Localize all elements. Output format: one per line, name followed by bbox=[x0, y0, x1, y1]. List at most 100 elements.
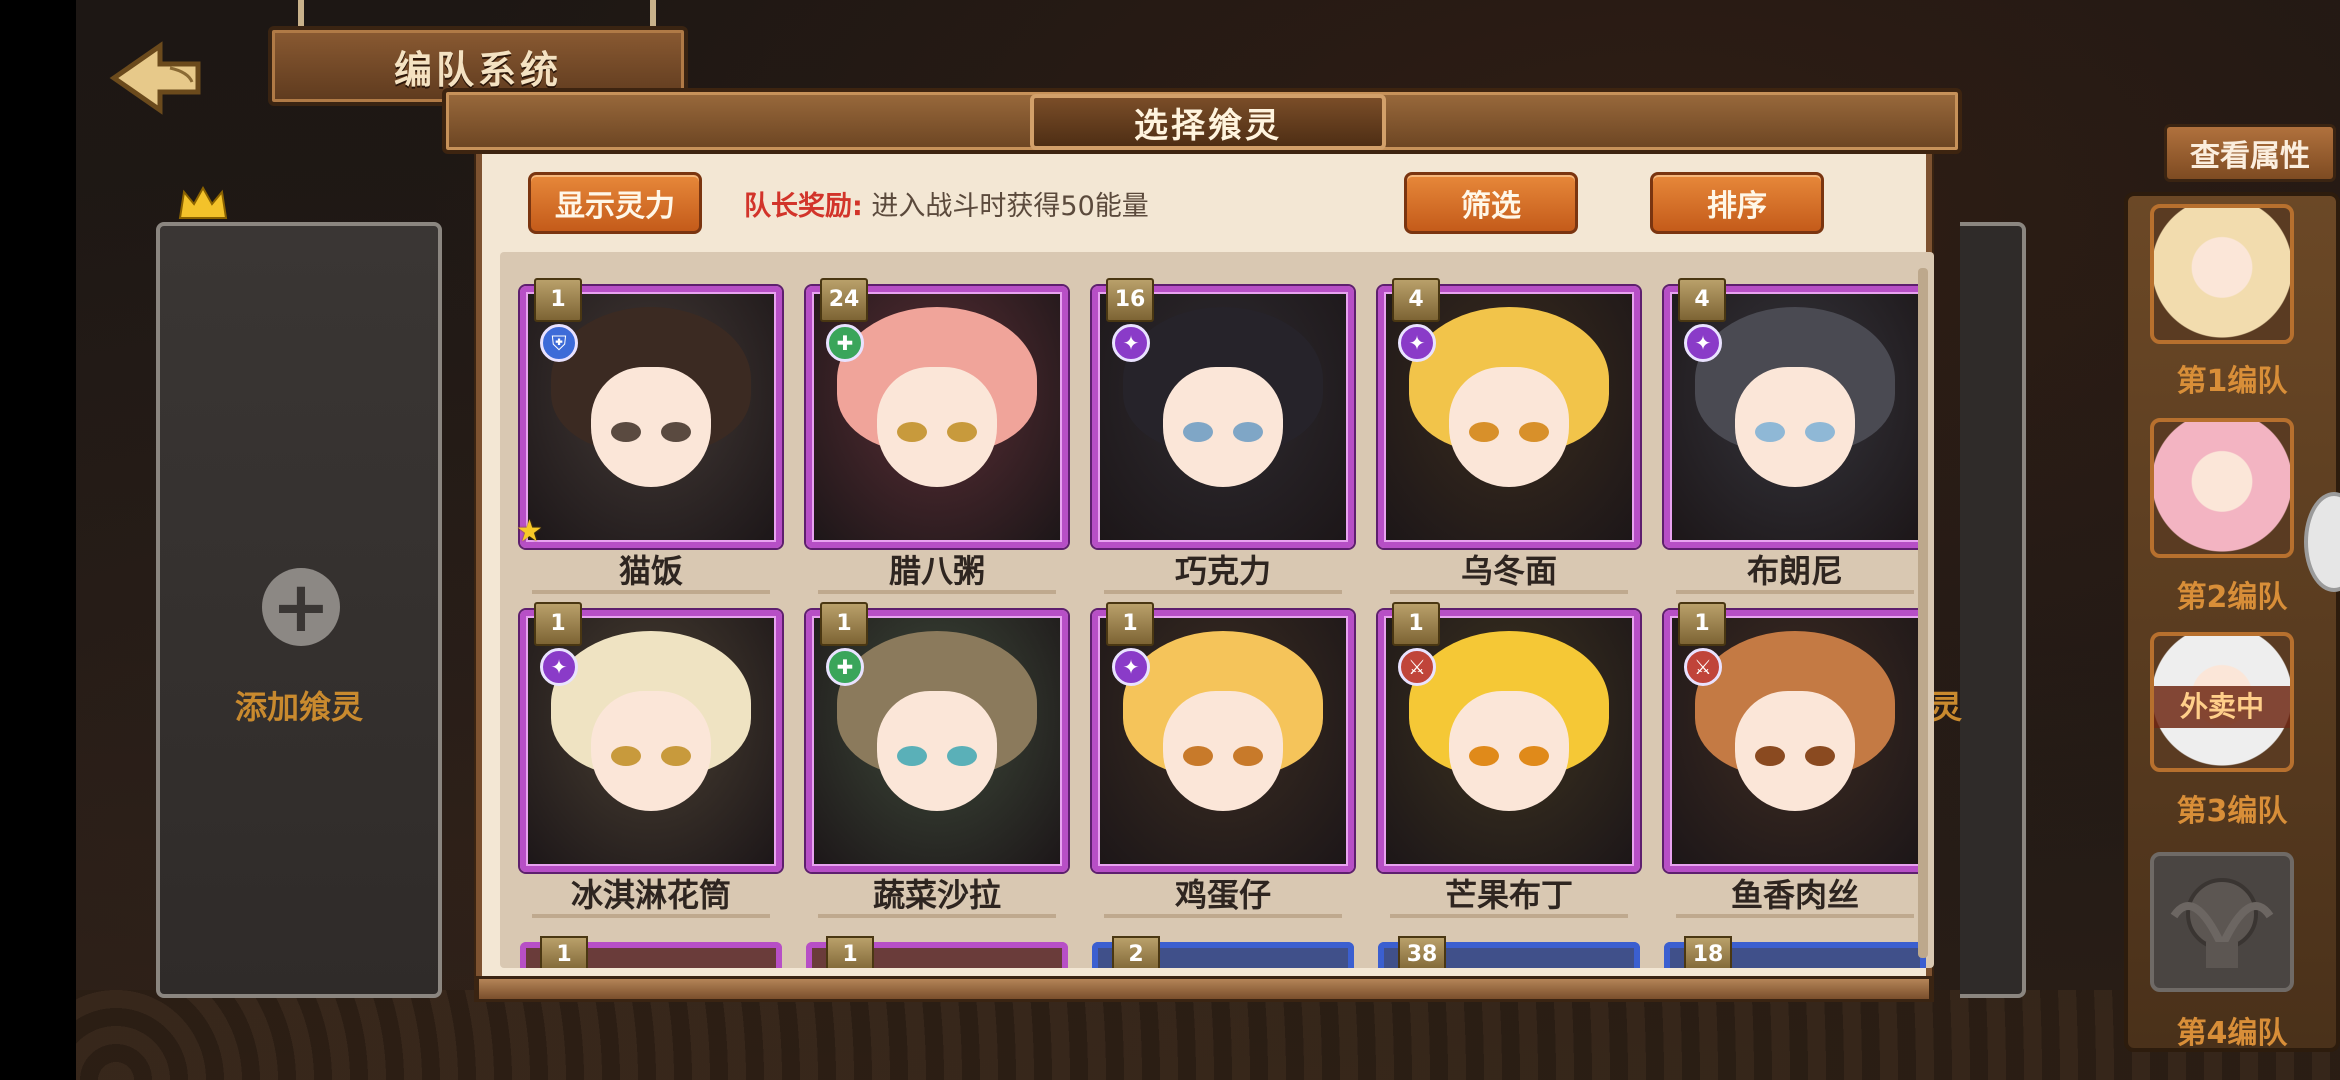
companion-name: 猫饭 bbox=[618, 552, 683, 590]
portrait-eye bbox=[947, 746, 977, 766]
level-badge: 1 bbox=[534, 278, 582, 322]
companion-name: 芒果布丁 bbox=[1444, 876, 1573, 914]
team-thumbnail[interactable] bbox=[2150, 204, 2294, 344]
level-badge: 1 bbox=[534, 602, 582, 646]
companion-name: 乌冬面 bbox=[1460, 552, 1557, 590]
portrait-face bbox=[1449, 691, 1569, 811]
view-attributes-button[interactable]: 查看属性 bbox=[2164, 124, 2336, 182]
name-divider bbox=[1676, 914, 1914, 918]
portrait-eye bbox=[1805, 422, 1835, 442]
companion-card-partial[interactable]: 38 bbox=[1378, 936, 1640, 968]
companion-card[interactable]: 16 ✦ 巧克力 bbox=[1092, 278, 1354, 596]
name-divider bbox=[1390, 914, 1628, 918]
magic-type-icon: ✦ bbox=[1112, 324, 1150, 362]
level-badge: 2 bbox=[1112, 936, 1160, 968]
companion-card[interactable]: 4 ✦ 乌冬面 bbox=[1378, 278, 1640, 596]
companion-card[interactable]: 1 ✦ 鸡蛋仔 bbox=[1092, 602, 1354, 920]
page-title: 编队系统 bbox=[393, 47, 562, 92]
portrait-eye bbox=[897, 422, 927, 442]
back-button[interactable] bbox=[100, 38, 210, 118]
show-power-button[interactable]: 显示灵力 bbox=[528, 172, 702, 234]
magic-type-icon: ✦ bbox=[1398, 324, 1436, 362]
portrait-face bbox=[1735, 691, 1855, 811]
portrait-eye bbox=[1233, 746, 1263, 766]
filter-button[interactable]: 筛选 bbox=[1404, 172, 1578, 234]
portrait-eye bbox=[1519, 746, 1549, 766]
card-grid[interactable]: 1 ⛨ ★ 猫饭 24 ✚ 腊八粥 16 ✦ 巧克力 4 ✦ 乌冬面 4 ✦ 布朗尼 bbox=[500, 252, 1934, 968]
select-companion-dialog: 1 ⛨ ★ 猫饭 24 ✚ 腊八粥 16 ✦ 巧克力 4 ✦ 乌冬面 4 ✦ 布朗尼 bbox=[476, 148, 1934, 1000]
companion-name: 鸡蛋仔 bbox=[1174, 876, 1271, 914]
leader-bonus-text: 进入战斗时获得50能量 bbox=[871, 191, 1149, 222]
level-badge: 1 bbox=[1678, 602, 1726, 646]
portrait-face bbox=[1163, 691, 1283, 811]
shield-type-icon: ⛨ bbox=[540, 324, 578, 362]
companion-name: 腊八粥 bbox=[888, 552, 985, 590]
portrait-eye bbox=[1805, 746, 1835, 766]
dialog-bottom-rail bbox=[476, 976, 1932, 1002]
companion-card-partial[interactable]: 1 bbox=[806, 936, 1068, 968]
portrait-eye bbox=[611, 746, 641, 766]
companion-card[interactable]: 1 ⚔ 鱼香肉丝 bbox=[1664, 602, 1926, 920]
level-badge: 1 bbox=[820, 602, 868, 646]
team-label: 第4编队 bbox=[2176, 1016, 2288, 1051]
decorative-scroll-border bbox=[76, 990, 2340, 1080]
companion-card[interactable]: 1 ✚ 蔬菜沙拉 bbox=[806, 602, 1068, 920]
grid-scrollbar[interactable] bbox=[1918, 268, 1928, 958]
magic-type-icon: ✦ bbox=[1684, 324, 1722, 362]
name-divider bbox=[1676, 590, 1914, 594]
back-arrow-icon bbox=[109, 41, 201, 115]
name-divider bbox=[532, 914, 770, 918]
name-divider bbox=[1104, 590, 1342, 594]
member-slot-label: 灵 bbox=[1930, 688, 1963, 726]
portrait-eye bbox=[611, 422, 641, 442]
attack-type-icon: ⚔ bbox=[1398, 648, 1436, 686]
portrait-eye bbox=[1519, 422, 1549, 442]
magic-type-icon: ✦ bbox=[1112, 648, 1150, 686]
companion-name: 蔬菜沙拉 bbox=[872, 876, 1001, 914]
companion-card-partial[interactable]: 1 bbox=[520, 936, 782, 968]
portrait-face bbox=[1163, 367, 1283, 487]
portrait-eye bbox=[661, 422, 691, 442]
name-divider bbox=[818, 914, 1056, 918]
team-thumbnail[interactable] bbox=[2150, 852, 2294, 992]
level-badge: 18 bbox=[1684, 936, 1732, 968]
portrait-eye bbox=[947, 422, 977, 442]
level-badge: 1 bbox=[1106, 602, 1154, 646]
level-badge: 4 bbox=[1392, 278, 1440, 322]
sort-button[interactable]: 排序 bbox=[1650, 172, 1824, 234]
favorite-star-icon: ★ bbox=[516, 514, 543, 549]
portrait-face bbox=[1735, 367, 1855, 487]
member-slot-partial[interactable] bbox=[1960, 222, 2026, 998]
add-plus-icon[interactable]: + bbox=[262, 568, 340, 646]
portrait-eye bbox=[1183, 746, 1213, 766]
companion-card-partial[interactable]: 2 bbox=[1092, 936, 1354, 968]
dialog-title-plate: 选择飨灵 bbox=[1030, 94, 1386, 150]
portrait-face bbox=[1449, 367, 1569, 487]
companion-card[interactable]: 1 ⛨ ★ 猫饭 bbox=[516, 278, 782, 596]
team-thumbnail[interactable]: 外卖中 bbox=[2150, 632, 2294, 772]
companion-card[interactable]: 1 ✦ 冰淇淋花筒 bbox=[520, 602, 782, 920]
heal-type-icon: ✚ bbox=[826, 648, 864, 686]
portrait-face bbox=[877, 691, 997, 811]
leader-bonus: 队长奖励: 进入战斗时获得50能量 bbox=[744, 184, 1149, 223]
companion-card-partial[interactable]: 18 bbox=[1664, 936, 1926, 968]
level-badge: 16 bbox=[1106, 278, 1154, 322]
companion-card[interactable]: 1 ⚔ 芒果布丁 bbox=[1378, 602, 1640, 920]
level-badge: 38 bbox=[1398, 936, 1446, 968]
portrait-face bbox=[877, 367, 997, 487]
crown-icon bbox=[178, 185, 228, 219]
companion-name: 冰淇淋花筒 bbox=[570, 876, 731, 914]
leader-bonus-key: 队长奖励: bbox=[744, 191, 863, 222]
companion-card[interactable]: 4 ✦ 布朗尼 bbox=[1664, 278, 1926, 596]
delivery-status-badge: 外卖中 bbox=[2154, 686, 2290, 728]
portrait-eye bbox=[1183, 422, 1213, 442]
portrait-eye bbox=[1233, 422, 1263, 442]
team-thumbnail[interactable] bbox=[2150, 418, 2294, 558]
portrait-eye bbox=[897, 746, 927, 766]
team-label: 第3编队 bbox=[2176, 794, 2288, 829]
portrait-face bbox=[591, 691, 711, 811]
name-divider bbox=[818, 590, 1056, 594]
companion-card[interactable]: 24 ✚ 腊八粥 bbox=[806, 278, 1068, 596]
dialog-title: 选择飨灵 bbox=[1134, 105, 1282, 146]
name-divider bbox=[1104, 914, 1342, 918]
